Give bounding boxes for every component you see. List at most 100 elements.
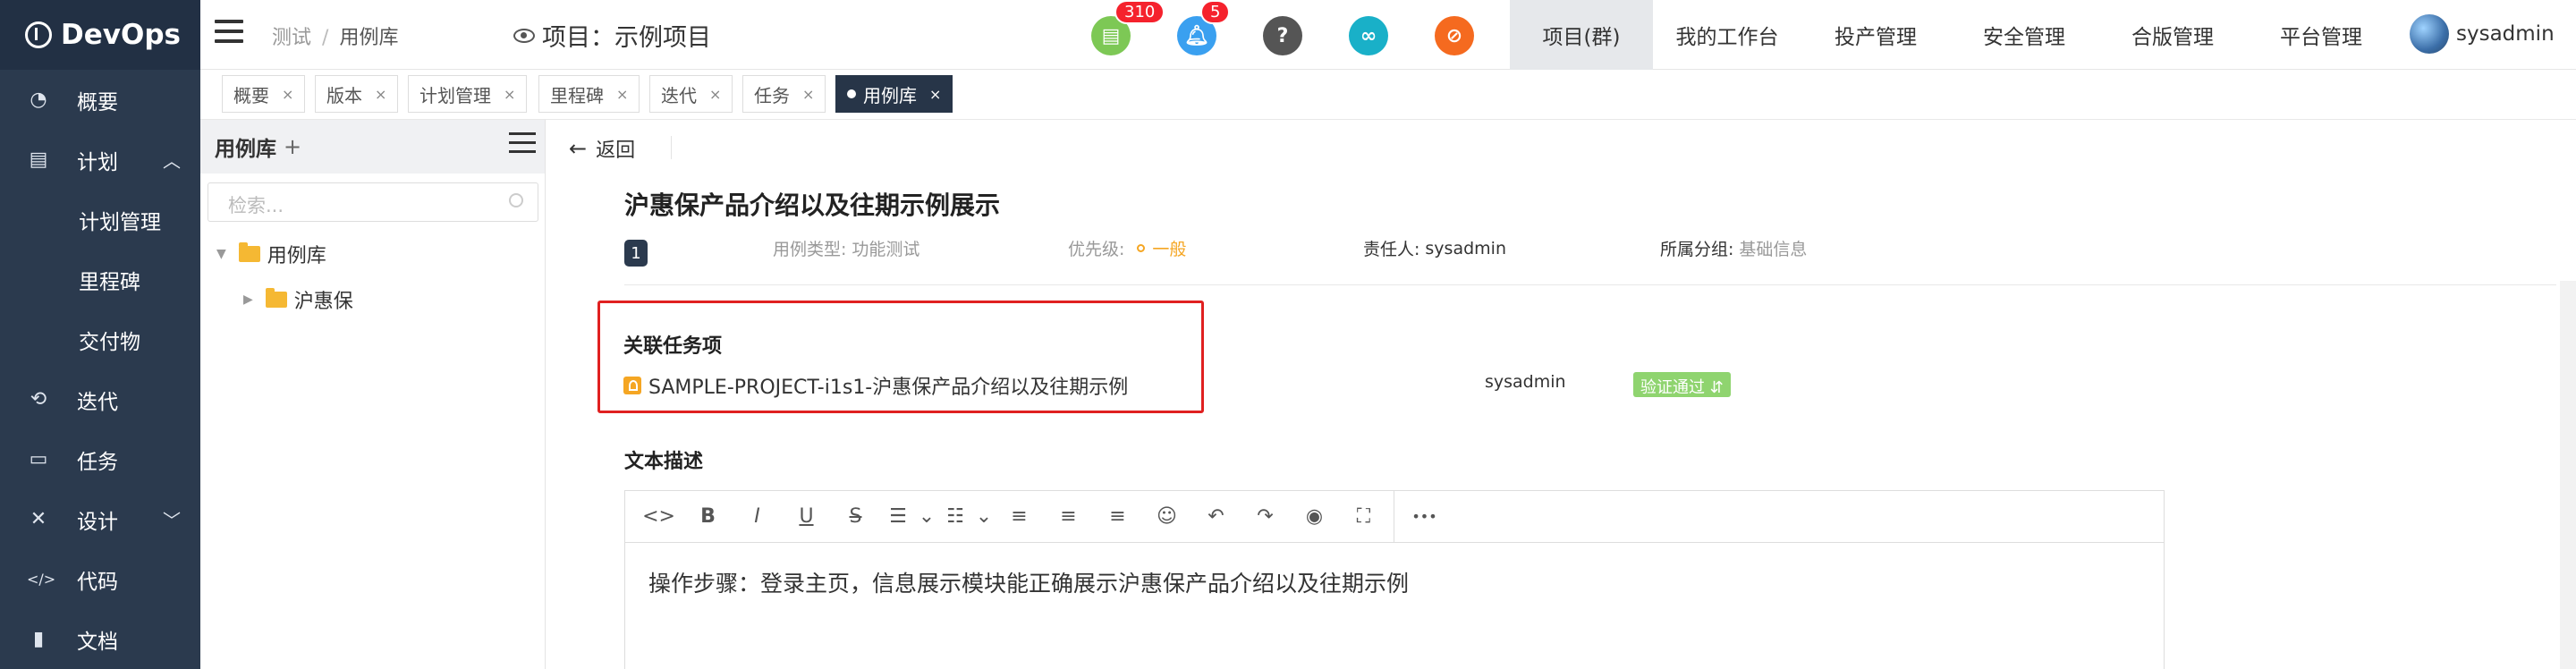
breadcrumb: 测试 / 用例库: [272, 27, 399, 49]
tab-iteration[interactable]: 迭代 ×: [649, 75, 733, 113]
tree-node-root[interactable]: ▼ 用例库: [216, 240, 326, 268]
priority-label: 优先级:: [1068, 240, 1125, 259]
sidebar-item-deliverable[interactable]: 交付物: [0, 309, 200, 369]
document-icon[interactable]: ▤ 310: [1091, 0, 1165, 55]
related-task-link[interactable]: SAMPLE-PROJECT-i1s1-沪惠保产品介绍以及往期示例: [623, 371, 1128, 400]
tab-plan-management[interactable]: 计划管理 ×: [408, 75, 528, 113]
close-icon[interactable]: ×: [282, 86, 293, 103]
top-header: 测试 / 用例库 项目：示例项目 ▤ 310 🔔︎ 5 ? ∞ ⊘ 项目(群) 我的工作…: [200, 0, 2576, 70]
numbered-list-icon[interactable]: ☷: [937, 505, 973, 528]
tree-node-label: 用例库: [267, 245, 326, 267]
tab-label: 任务: [754, 84, 790, 106]
case-type: 用例类型: 功能测试: [773, 236, 919, 260]
tab-version[interactable]: 版本 ×: [315, 75, 399, 113]
close-icon[interactable]: ×: [802, 86, 814, 103]
scrollbar[interactable]: [2560, 281, 2576, 669]
chevron-down-icon[interactable]: ⌄: [973, 505, 995, 528]
add-icon[interactable]: +: [284, 134, 301, 159]
tabs-bar: 概要 × 版本 × 计划管理 × 里程碑 × 迭代 × 任务 × 用例库 ×: [200, 70, 2576, 120]
align-center-icon[interactable]: ≡: [1044, 505, 1093, 528]
sidebar-item-label: 文档: [77, 630, 118, 654]
help-icon[interactable]: ?: [1263, 16, 1302, 55]
owner-label: 责任人:: [1363, 240, 1420, 259]
tab-case-library[interactable]: 用例库 ×: [835, 75, 953, 113]
close-icon[interactable]: ×: [375, 86, 386, 103]
design-icon: ✕: [30, 508, 47, 530]
undo-icon[interactable]: ↶: [1191, 505, 1241, 528]
sidebar-item-iteration[interactable]: ⟲ 迭代: [0, 369, 200, 429]
bold-icon[interactable]: B: [683, 505, 733, 528]
username: sysadmin: [2456, 22, 2555, 46]
fullscreen-icon[interactable]: ⛶: [1339, 505, 1388, 528]
logo[interactable]: DevOps: [0, 0, 200, 70]
task-icon: ▭: [29, 448, 48, 470]
project-selector[interactable]: 项目：示例项目: [513, 18, 711, 53]
chevron-down-icon[interactable]: ⌄: [916, 505, 937, 528]
sidebar-item-plan[interactable]: ▤ 计划 ︿: [0, 130, 200, 190]
link-icon[interactable]: ∞: [1349, 16, 1388, 55]
tree-node-child[interactable]: ▶ 沪惠保: [243, 285, 353, 314]
nav-merge[interactable]: 合版管理: [2098, 0, 2247, 70]
strikethrough-icon[interactable]: S: [831, 505, 880, 528]
align-left-icon[interactable]: ≡: [995, 505, 1044, 528]
case-type-label: 用例类型:: [773, 240, 847, 259]
close-icon[interactable]: ×: [616, 86, 628, 103]
user-menu[interactable]: sysadmin: [2410, 14, 2555, 54]
nav-release[interactable]: 投产管理: [1801, 0, 1950, 70]
search-placeholder: 检索...: [228, 195, 284, 216]
avatar: [2410, 14, 2449, 54]
emoji-icon[interactable]: ☺: [1142, 505, 1191, 528]
underline-icon[interactable]: U: [782, 505, 831, 528]
close-icon[interactable]: ×: [929, 86, 941, 103]
sidebar-item-document[interactable]: ▮ 文档: [0, 609, 200, 669]
nav-workbench[interactable]: 我的工作台: [1653, 0, 1801, 70]
menu-toggle-icon[interactable]: [215, 20, 243, 43]
nav-platform[interactable]: 平台管理: [2247, 0, 2395, 70]
sidebar-item-overview[interactable]: ◔ 概要: [0, 70, 200, 130]
editor-content[interactable]: 操作步骤：登录主页，信息展示模块能正确展示沪惠保产品介绍以及往期示例: [625, 543, 2164, 622]
caret-down-icon[interactable]: ▼: [216, 247, 226, 261]
sidebar-item-label: 计划: [77, 150, 118, 174]
tab-label: 里程碑: [550, 84, 604, 106]
sidebar-item-design[interactable]: ✕ 设计 ﹀: [0, 489, 200, 549]
search-input[interactable]: 检索...: [208, 182, 538, 222]
group-value: 基础信息: [1739, 240, 1808, 259]
sidebar-item-plan-management[interactable]: 计划管理: [0, 190, 200, 250]
related-task-name: SAMPLE-PROJECT-i1s1-沪惠保产品介绍以及往期示例: [648, 377, 1129, 399]
close-icon[interactable]: ×: [709, 86, 721, 103]
divider: [624, 284, 2556, 285]
back-button[interactable]: ← 返回: [569, 134, 635, 163]
sidebar-item-code[interactable]: </> 代码: [0, 549, 200, 609]
sidebar-item-label: 概要: [77, 90, 118, 114]
related-task-box: 关联任务项 SAMPLE-PROJECT-i1s1-沪惠保产品介绍以及往期示例: [597, 301, 1204, 413]
tab-label: 概要: [233, 84, 269, 106]
compass-icon[interactable]: ⊘: [1435, 16, 1474, 55]
preview-icon[interactable]: ◉: [1290, 505, 1339, 528]
italic-icon[interactable]: I: [733, 505, 782, 528]
redo-icon[interactable]: ↷: [1241, 505, 1290, 528]
bell-icon[interactable]: 🔔︎ 5: [1177, 0, 1231, 55]
nav-projects[interactable]: 项目(群): [1510, 0, 1653, 70]
case-detail: ← 返回 沪惠保产品介绍以及往期示例展示 1 用例类型: 功能测试 优先级: 一般…: [549, 120, 2576, 669]
sidebar-item-task[interactable]: ▭ 任务: [0, 429, 200, 489]
bullet-list-icon[interactable]: ☰: [880, 505, 916, 528]
tab-overview[interactable]: 概要 ×: [222, 75, 306, 113]
sidebar-item-milestone[interactable]: 里程碑: [0, 250, 200, 309]
page-title: 沪惠保产品介绍以及往期示例展示: [624, 191, 1001, 220]
search-icon[interactable]: [509, 193, 523, 207]
more-icon[interactable]: •••: [1400, 508, 1449, 525]
breadcrumb-item[interactable]: 测试: [272, 27, 311, 49]
priority-value: 一般: [1152, 240, 1187, 259]
sidebar-item-label: 迭代: [77, 390, 118, 414]
tab-task[interactable]: 任务 ×: [742, 75, 826, 113]
arrow-left-icon: ←: [569, 136, 588, 161]
tab-milestone[interactable]: 里程碑 ×: [538, 75, 640, 113]
close-icon[interactable]: ×: [504, 86, 515, 103]
align-right-icon[interactable]: ≡: [1093, 505, 1142, 528]
caret-right-icon[interactable]: ▶: [243, 292, 253, 307]
status-badge[interactable]: 验证通过 ⇵: [1633, 372, 1731, 397]
code-icon[interactable]: <>: [634, 505, 683, 528]
tree-header: 用例库 +: [200, 120, 545, 174]
menu-icon[interactable]: [509, 132, 536, 159]
nav-security[interactable]: 安全管理: [1950, 0, 2098, 70]
